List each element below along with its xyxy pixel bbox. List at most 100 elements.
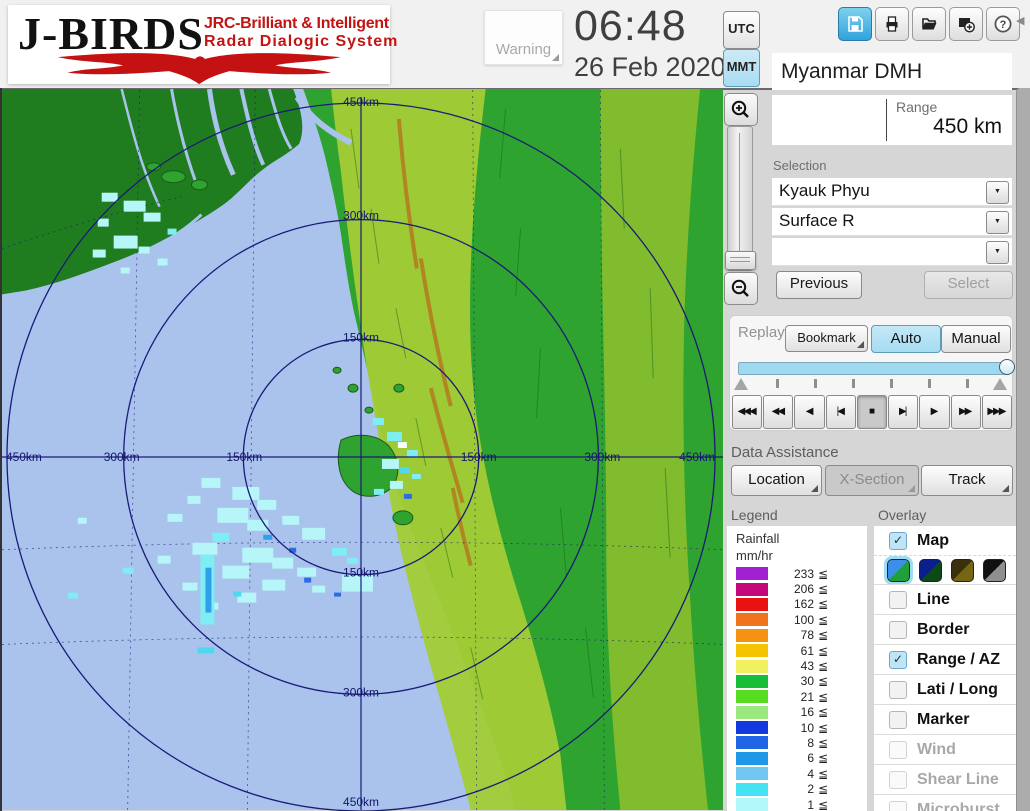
replay-label: Replay (738, 324, 785, 341)
replay-slider-handle[interactable] (999, 359, 1015, 375)
line-checkbox[interactable] (889, 591, 907, 609)
legend-color-swatch (736, 783, 768, 796)
range-az-checkbox[interactable]: ✓ (889, 651, 907, 669)
replay-slider[interactable] (738, 362, 1008, 375)
warning-button[interactable]: Warning (484, 10, 563, 65)
product-select[interactable]: Surface R▼ (772, 208, 1012, 236)
print-button[interactable] (875, 7, 909, 41)
site-select-arrow-button[interactable]: ▼ (986, 181, 1009, 204)
product-select-arrow-button[interactable]: ▼ (986, 211, 1009, 234)
forward-button[interactable]: ▶▶ (951, 395, 981, 429)
marker-checkbox[interactable] (889, 711, 907, 729)
map-style-color-swatch[interactable] (887, 559, 910, 582)
legend-color-swatch (736, 583, 768, 596)
open-folder-button[interactable] (912, 7, 946, 41)
select-button[interactable]: Select (924, 271, 1013, 299)
forward-fast-button[interactable]: ▶▶▶ (982, 395, 1012, 429)
map-style-dark-blue-swatch[interactable] (919, 559, 942, 582)
panel-right-strip[interactable] (1016, 88, 1030, 811)
map-style-row (874, 555, 1016, 584)
panel-collapse-arrow-icon[interactable]: ◀ (1016, 14, 1024, 27)
range-label: Range (896, 99, 937, 115)
legend-color-swatch (736, 629, 768, 642)
legend-suffix: ≦ (818, 751, 828, 765)
track-button[interactable]: Track (921, 465, 1013, 496)
legend-entry: 16≦ (736, 705, 828, 720)
map-style-gray-swatch[interactable] (983, 559, 1006, 582)
capture-add-icon (956, 14, 976, 34)
clock-time: 06:48 (574, 2, 687, 51)
legend-value: 100 (768, 613, 814, 627)
mmt-button[interactable]: MMT (723, 49, 760, 87)
legend-value: 162 (768, 597, 814, 611)
legend-suffix: ≦ (818, 721, 828, 735)
zoom-out-button[interactable] (724, 272, 758, 305)
previous-button[interactable]: Previous (776, 271, 862, 299)
legend-color-swatch (736, 660, 768, 673)
clock-date: 26 Feb 2020 (574, 52, 726, 83)
legend-entry: 4≦ (736, 766, 828, 781)
print-icon (882, 14, 902, 34)
location-button[interactable]: Location (731, 465, 822, 496)
legend-suffix: ≦ (818, 597, 828, 611)
replay-slider-ticks (738, 376, 1006, 391)
utc-button[interactable]: UTC (723, 11, 760, 49)
legend-title: Legend (731, 507, 778, 523)
rewind-button[interactable]: ◀◀ (763, 395, 793, 429)
zoom-in-button[interactable] (724, 93, 758, 126)
radar-map-display[interactable]: 450km300km150km150km300km450km450km300km… (0, 88, 723, 811)
eagle-icon (20, 49, 380, 85)
legend-suffix: ≦ (818, 613, 828, 627)
legend-value: 233 (768, 567, 814, 581)
lati-long-checkbox[interactable] (889, 681, 907, 699)
zoom-slider-handle[interactable] (725, 251, 756, 270)
legend-entry: 233≦ (736, 566, 828, 581)
microburst-checkbox (889, 801, 907, 811)
slider-start-marker[interactable] (734, 378, 748, 390)
svg-text:450km: 450km (679, 450, 715, 464)
help-button[interactable]: ? (986, 7, 1020, 41)
bookmark-button[interactable]: Bookmark (785, 325, 868, 352)
app-logo: J-BIRDS JRC-Brilliant & Intelligent Rada… (8, 5, 390, 84)
play-backward-button[interactable]: ◀ (794, 395, 824, 429)
slider-end-marker[interactable] (993, 378, 1007, 390)
rewind-fast-button[interactable]: ◀◀◀ (732, 395, 762, 429)
svg-text:300km: 300km (343, 209, 379, 223)
auto-button[interactable]: Auto (871, 325, 941, 353)
legend-suffix: ≦ (818, 736, 828, 750)
svg-text:450km: 450km (343, 95, 379, 109)
extra-select[interactable]: ▼ (772, 238, 1012, 266)
legend-value: 30 (768, 674, 814, 688)
legend-entry: 10≦ (736, 720, 828, 735)
extra-select-arrow-button[interactable]: ▼ (986, 241, 1009, 264)
save-button[interactable] (838, 7, 872, 41)
overlay-row-line: Line (874, 584, 1016, 614)
play-button[interactable]: ▶ (919, 395, 949, 429)
legend-value: 16 (768, 705, 814, 719)
legend-value: 1 (768, 798, 814, 811)
legend-entry: 2≦ (736, 781, 828, 796)
manual-button[interactable]: Manual (941, 325, 1011, 353)
site-select[interactable]: Kyauk Phyu▼ (772, 178, 1012, 206)
zoom-slider-track[interactable] (727, 126, 753, 271)
legend-suffix: ≦ (818, 582, 828, 596)
map-checkbox[interactable]: ✓ (889, 532, 907, 550)
map-style-olive-swatch[interactable] (951, 559, 974, 582)
svg-text:150km: 150km (461, 450, 497, 464)
station-name: Myanmar DMH (772, 53, 1012, 90)
x-section-button[interactable]: X-Section (825, 465, 919, 496)
step-forward-button[interactable]: ▶| (888, 395, 918, 429)
svg-text:150km: 150km (343, 566, 379, 580)
legend-entry: 21≦ (736, 689, 828, 704)
overlay-row-map: ✓Map (874, 526, 1016, 555)
svg-text:300km: 300km (104, 450, 140, 464)
legend-color-swatch (736, 767, 768, 780)
toolbar: ? (838, 7, 1020, 41)
stop-button[interactable]: ■ (857, 395, 887, 429)
capture-add-button[interactable] (949, 7, 983, 41)
border-checkbox[interactable] (889, 621, 907, 639)
overlay-row-marker: Marker (874, 704, 1016, 734)
step-back-button[interactable]: |◀ (826, 395, 856, 429)
svg-text:150km: 150km (226, 450, 262, 464)
data-assistance-label: Data Assistance (731, 444, 839, 461)
